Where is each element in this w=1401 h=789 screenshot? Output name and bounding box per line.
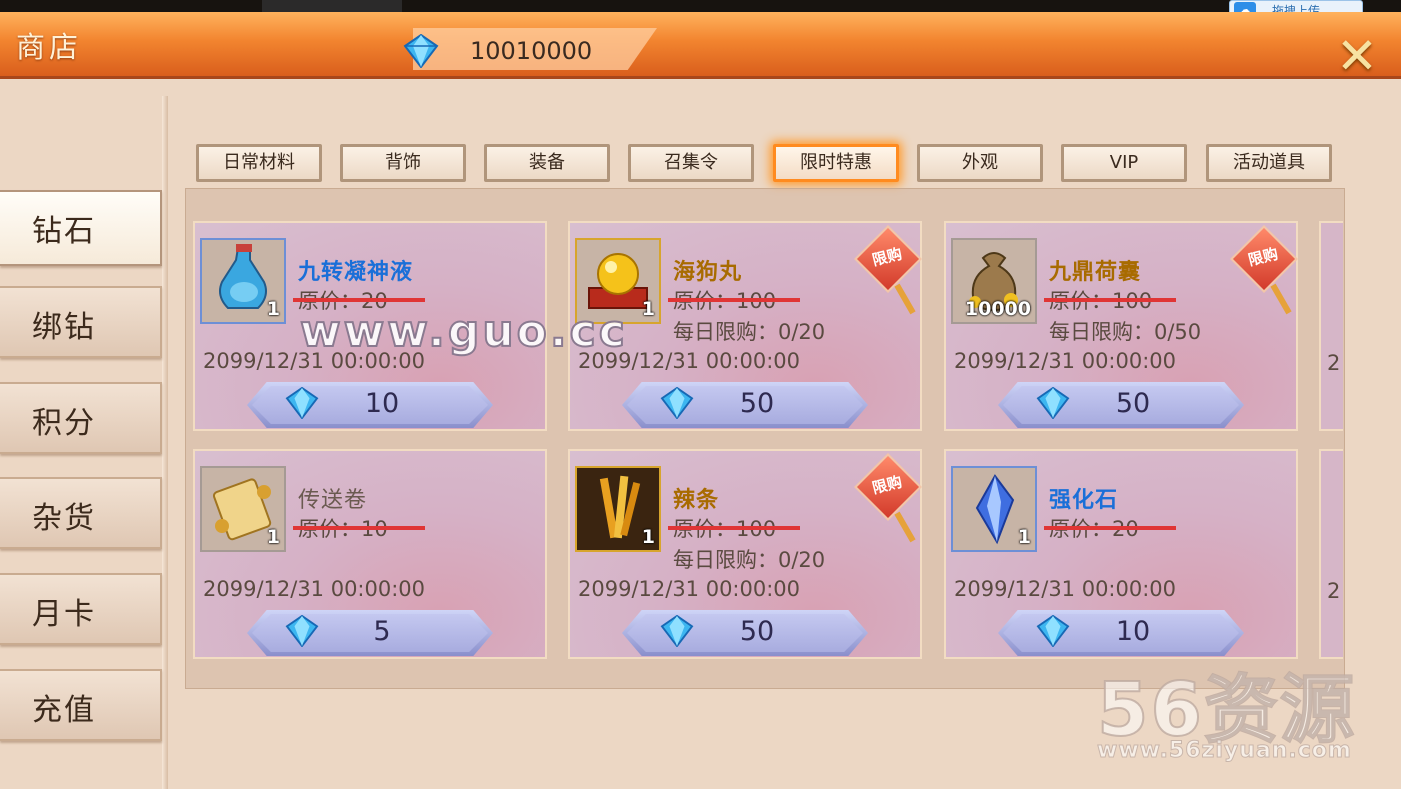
sidebar-item-label: 积分 bbox=[32, 406, 96, 441]
buy-button[interactable]: 10 bbox=[247, 382, 493, 428]
item-icon-frame: 10000 bbox=[951, 238, 1037, 324]
top-strip bbox=[0, 0, 1401, 12]
item-icon-frame: 1 bbox=[575, 466, 661, 552]
sidebar-item-bound-diamond[interactable]: 绑钻 bbox=[0, 286, 162, 358]
item-daily-limit: 每日限购：0/20 bbox=[673, 320, 826, 344]
shop-item-card[interactable]: 1 辣条 原价：100 每日限购：0/20 2099/12/31 00:00:0… bbox=[568, 449, 922, 659]
currency-display: 10010000 bbox=[395, 28, 657, 70]
limited-tag: 限购 bbox=[1230, 225, 1298, 315]
buy-button[interactable]: 5 bbox=[247, 610, 493, 656]
watermark-url: www.56ziyuan.com bbox=[1097, 738, 1352, 764]
item-name: 传送卷 bbox=[298, 488, 368, 513]
strikethrough bbox=[1044, 298, 1176, 302]
tab-back-accessories[interactable]: 背饰 bbox=[340, 144, 466, 182]
sidebar-item-recharge[interactable]: 充值 bbox=[0, 669, 162, 741]
item-price: 5 bbox=[373, 616, 391, 647]
item-icon-frame: 1 bbox=[951, 466, 1037, 552]
item-daily-limit: 每日限购：0/50 bbox=[1049, 320, 1202, 344]
sidebar-item-diamond[interactable]: 钻石 bbox=[0, 190, 162, 266]
item-expiry-date: 2099/12/31 00:00:00 bbox=[578, 577, 801, 601]
shop-item-card-partial[interactable]: 2 bbox=[1319, 449, 1343, 659]
diamond-icon bbox=[660, 615, 694, 647]
diamond-icon bbox=[1036, 387, 1070, 419]
buy-button[interactable]: 50 bbox=[622, 382, 868, 428]
shop-item-card-partial[interactable]: 2 bbox=[1319, 221, 1343, 431]
item-quantity: 10000 bbox=[964, 298, 1031, 320]
strikethrough bbox=[668, 526, 800, 530]
item-price: 50 bbox=[1115, 388, 1151, 419]
tab-vip[interactable]: VIP bbox=[1061, 144, 1187, 182]
diamond-icon bbox=[403, 34, 439, 68]
sidebar-item-label: 月卡 bbox=[32, 597, 96, 632]
item-name: 辣条 bbox=[673, 488, 720, 513]
diamond-icon bbox=[660, 387, 694, 419]
item-quantity: 1 bbox=[266, 298, 280, 320]
sidebar-item-label: 钻石 bbox=[32, 214, 96, 249]
tab-equipment[interactable]: 装备 bbox=[484, 144, 610, 182]
sidebar-item-points[interactable]: 积分 bbox=[0, 382, 162, 454]
item-name: 海狗丸 bbox=[673, 260, 743, 285]
item-expiry-date: 2099/12/31 00:00:00 bbox=[203, 577, 426, 601]
item-daily-limit: 每日限购：0/20 bbox=[673, 548, 826, 572]
tab-event-items[interactable]: 活动道具 bbox=[1206, 144, 1332, 182]
watermark-center: www.guo.cc bbox=[299, 305, 628, 358]
limited-tag: 限购 bbox=[854, 225, 922, 315]
shop-item-card[interactable]: 1 传送卷 原价：10 2099/12/31 00:00:00 5 bbox=[193, 449, 547, 659]
item-price: 10 bbox=[1115, 616, 1151, 647]
limited-tag: 限购 bbox=[854, 453, 922, 543]
item-quantity: 1 bbox=[1017, 526, 1031, 548]
item-expiry-date-partial: 2 bbox=[1327, 579, 1341, 603]
item-icon-frame: 1 bbox=[200, 466, 286, 552]
item-expiry-date: 2099/12/31 00:00:00 bbox=[954, 349, 1177, 373]
item-price: 50 bbox=[739, 616, 775, 647]
sidebar-item-label: 杂货 bbox=[32, 501, 96, 536]
item-expiry-date: 2099/12/31 00:00:00 bbox=[954, 577, 1177, 601]
buy-button[interactable]: 50 bbox=[622, 610, 868, 656]
item-quantity: 1 bbox=[641, 526, 655, 548]
item-quantity: 1 bbox=[641, 298, 655, 320]
sidebar-item-groceries[interactable]: 杂货 bbox=[0, 477, 162, 549]
strikethrough bbox=[293, 298, 425, 302]
diamond-icon bbox=[285, 615, 319, 647]
item-name: 九鼎荷囊 bbox=[1049, 260, 1142, 285]
close-button[interactable]: ✕ bbox=[1336, 27, 1390, 85]
browser-tab[interactable] bbox=[262, 0, 402, 12]
tab-appearance[interactable]: 外观 bbox=[917, 144, 1043, 182]
item-quantity: 1 bbox=[266, 526, 280, 548]
item-icon-frame: 1 bbox=[200, 238, 286, 324]
page-title: 商店 bbox=[16, 30, 83, 64]
sidebar-item-label: 充值 bbox=[32, 693, 96, 728]
shop-header: 商店 10010000 ✕ bbox=[0, 12, 1401, 85]
item-expiry-date-partial: 2 bbox=[1327, 351, 1341, 375]
shop-item-card[interactable]: 10000 九鼎荷囊 原价：100 每日限购：0/50 2099/12/31 0… bbox=[944, 221, 1298, 431]
tassel bbox=[1270, 283, 1292, 315]
tassel bbox=[894, 283, 916, 315]
sidebar-item-monthly-card[interactable]: 月卡 bbox=[0, 573, 162, 645]
item-price: 10 bbox=[364, 388, 400, 419]
strikethrough bbox=[668, 298, 800, 302]
tab-daily-materials[interactable]: 日常材料 bbox=[196, 144, 322, 182]
close-icon: ✕ bbox=[1336, 27, 1378, 85]
diamond-icon bbox=[1036, 615, 1070, 647]
sidebar-divider bbox=[162, 96, 168, 789]
item-name: 强化石 bbox=[1049, 488, 1119, 513]
buy-button[interactable]: 50 bbox=[998, 382, 1244, 428]
item-price: 50 bbox=[739, 388, 775, 419]
diamond-icon bbox=[285, 387, 319, 419]
strikethrough bbox=[1044, 526, 1176, 530]
currency-value: 10010000 bbox=[470, 37, 593, 65]
tassel bbox=[894, 511, 916, 543]
tab-summon-order[interactable]: 召集令 bbox=[628, 144, 754, 182]
strikethrough bbox=[293, 526, 425, 530]
item-name: 九转凝神液 bbox=[298, 260, 414, 285]
shop-item-card[interactable]: 1 强化石 原价：20 2099/12/31 00:00:00 10 bbox=[944, 449, 1298, 659]
tab-limited-offer[interactable]: 限时特惠 bbox=[773, 144, 899, 182]
sidebar-item-label: 绑钻 bbox=[32, 310, 96, 345]
